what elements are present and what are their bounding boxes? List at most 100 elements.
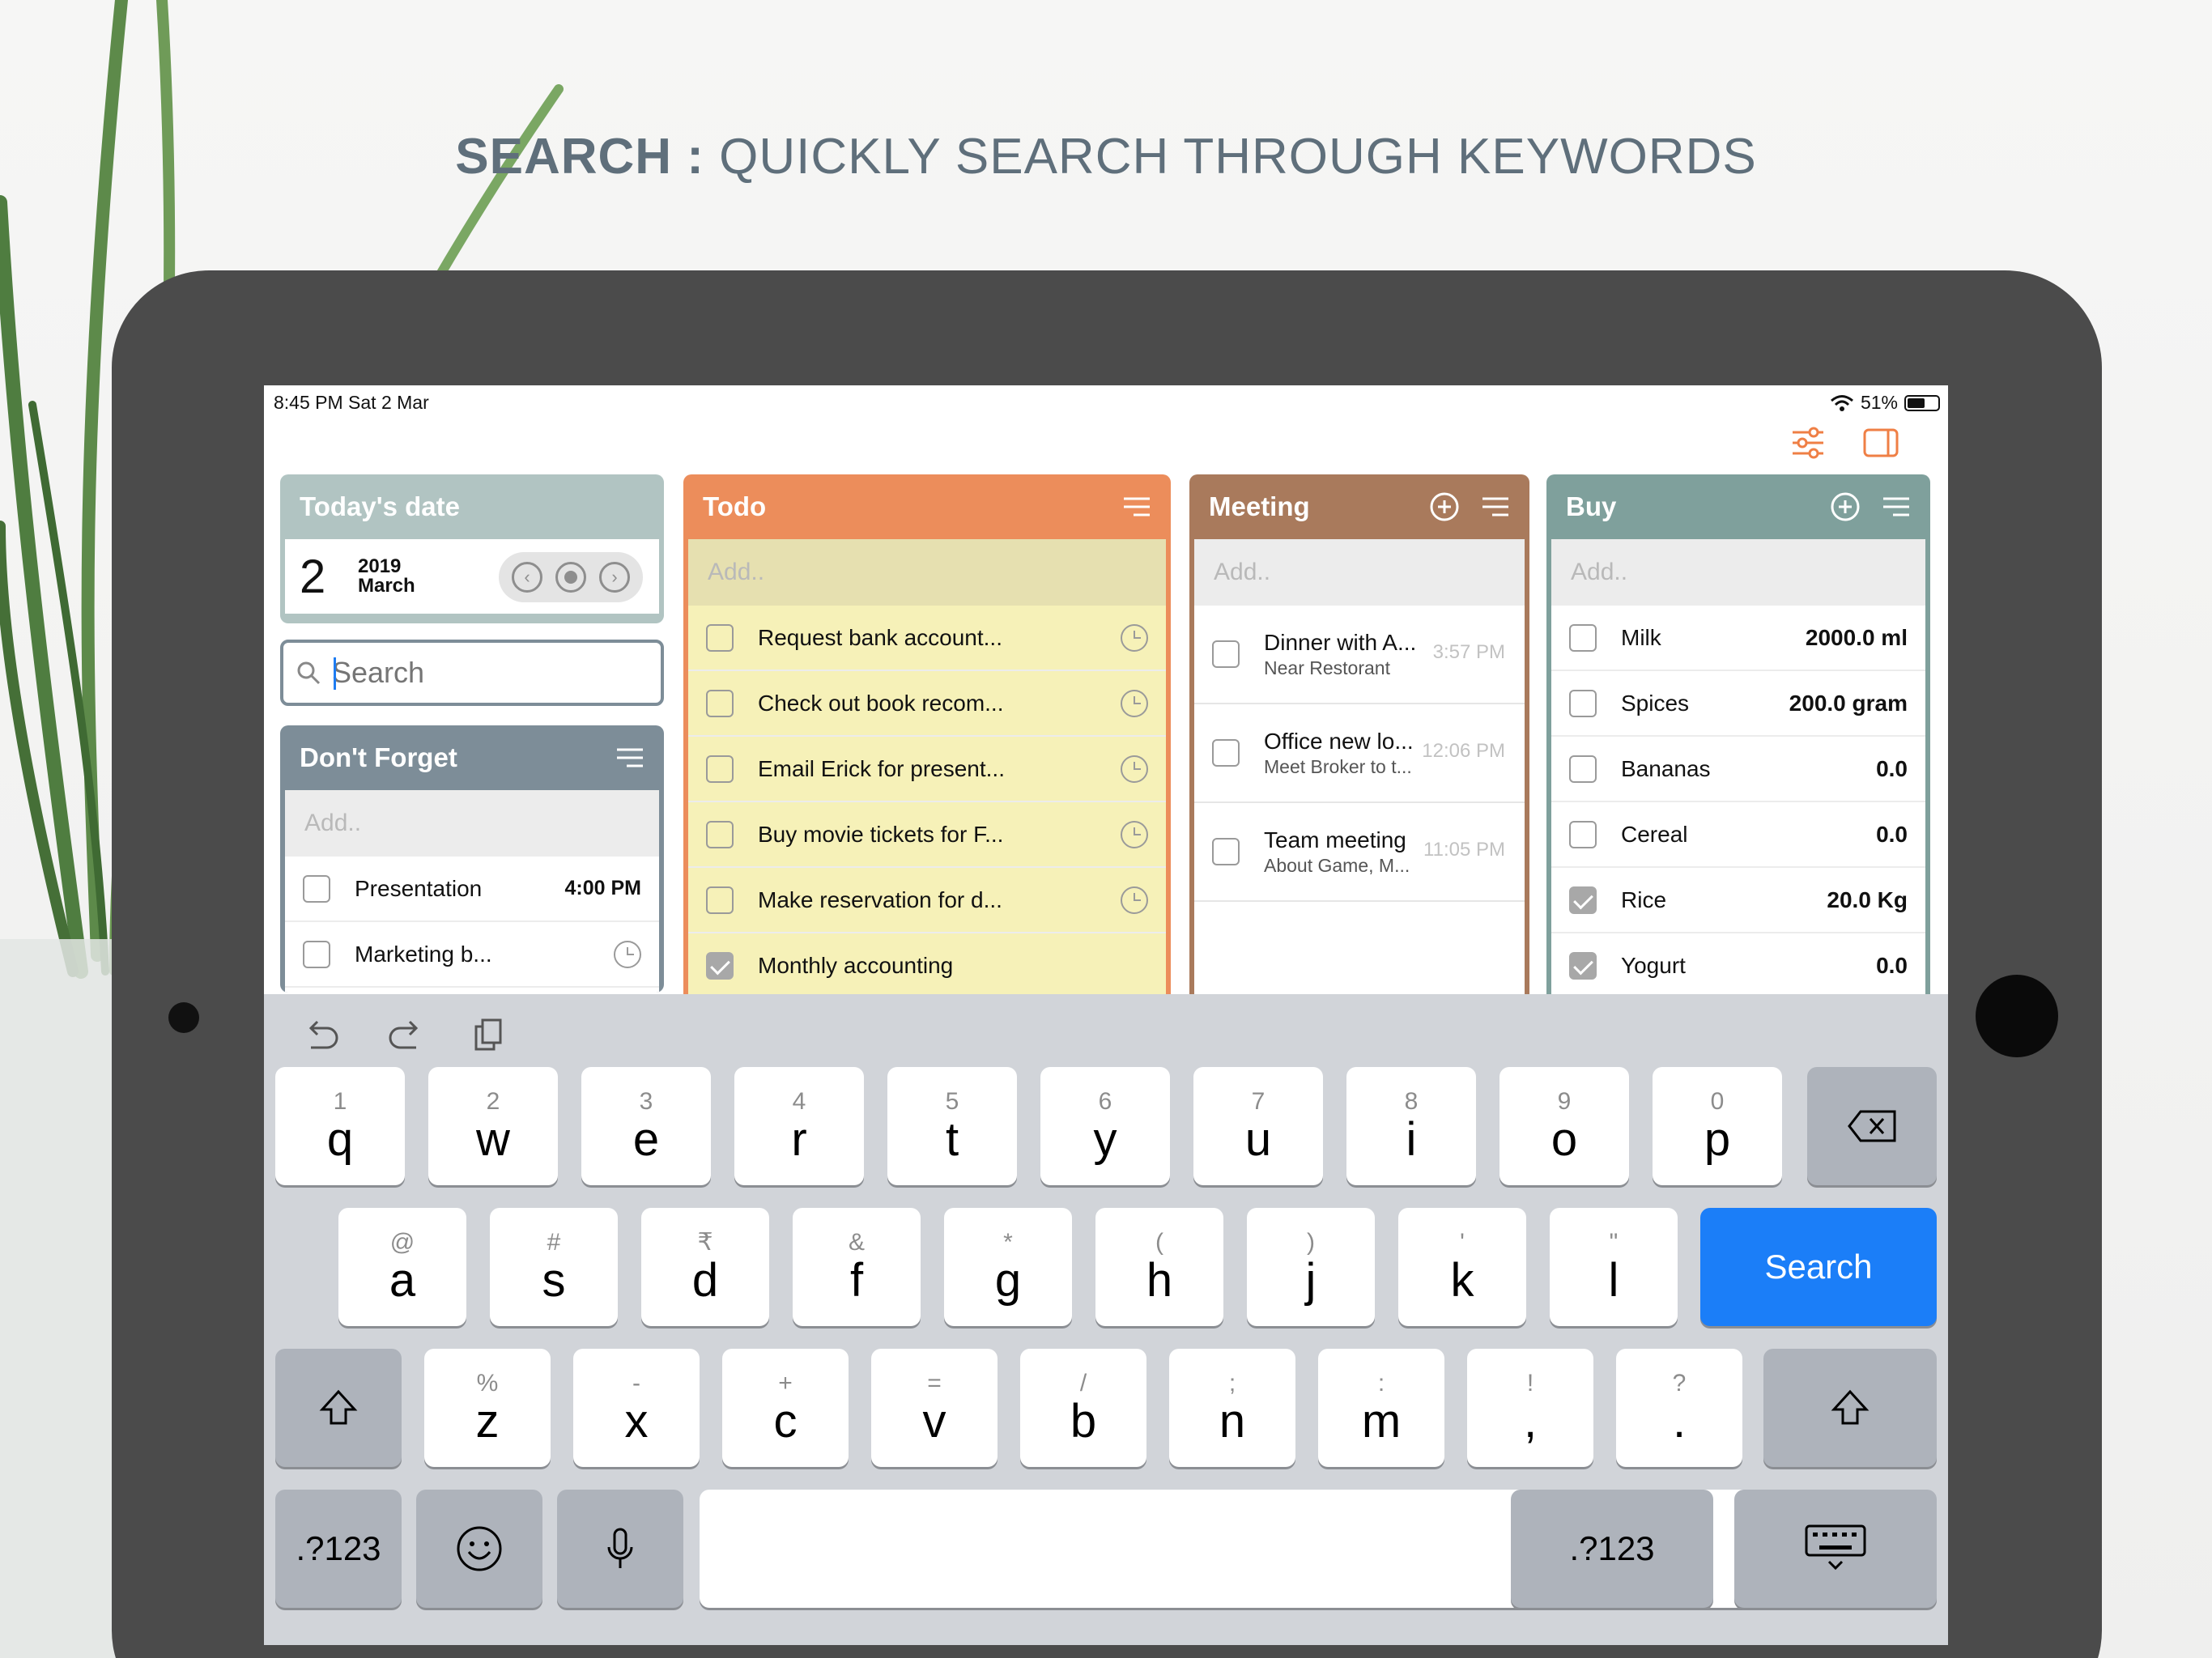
key-punct8[interactable]: ?. <box>1616 1349 1742 1467</box>
list-item[interactable]: Monthly accounting <box>688 933 1166 999</box>
add-input[interactable]: Add.. <box>1551 539 1925 606</box>
search-key[interactable]: Search <box>1700 1208 1937 1326</box>
checkbox[interactable] <box>1569 623 1597 652</box>
reminder-clock-icon[interactable] <box>1121 623 1148 652</box>
key-alt-label: @ <box>389 1229 415 1256</box>
sort-icon[interactable] <box>1481 495 1510 519</box>
key-o[interactable]: 9o <box>1499 1067 1629 1185</box>
list-item[interactable]: Rice 20.0 Kg <box>1551 868 1925 933</box>
key-m[interactable]: :m <box>1318 1349 1444 1467</box>
key-d[interactable]: ₹ d <box>641 1208 769 1326</box>
reminder-clock-icon[interactable] <box>1121 886 1148 914</box>
key-v[interactable]: = v <box>871 1349 998 1467</box>
search-input[interactable] <box>332 656 640 690</box>
key-a[interactable]: @ a <box>338 1208 466 1326</box>
list-item[interactable]: Yogurt 0.0 <box>1551 933 1925 999</box>
key-n[interactable]: ; n <box>1169 1349 1295 1467</box>
meeting-item[interactable]: Office new lo... Meet Broker to t... 12:06… <box>1194 704 1525 803</box>
add-circle-icon[interactable] <box>1830 491 1861 522</box>
list-item[interactable]: Bananas 0.0 <box>1551 737 1925 802</box>
sort-icon[interactable] <box>615 746 644 770</box>
numbers-key-left[interactable]: .?123 <box>275 1490 402 1608</box>
emoji-key[interactable] <box>416 1490 542 1608</box>
key-y[interactable]: 6y <box>1040 1067 1170 1185</box>
list-item[interactable]: Milk 2000.0 ml <box>1551 606 1925 671</box>
checkbox[interactable] <box>303 874 330 903</box>
numbers-key-right[interactable]: .?123 <box>1511 1490 1713 1608</box>
list-item[interactable]: Marketing b... <box>285 922 659 988</box>
today-dot-icon[interactable] <box>555 562 586 593</box>
list-item[interactable]: Request bank account... <box>688 606 1166 671</box>
reminder-clock-icon[interactable] <box>1121 755 1148 783</box>
sort-icon[interactable] <box>1882 495 1911 519</box>
sort-icon[interactable] <box>1122 495 1151 519</box>
key-z[interactable]: % z <box>424 1349 551 1467</box>
key-u[interactable]: 7u <box>1193 1067 1323 1185</box>
checkbox[interactable] <box>1212 838 1240 865</box>
key-f[interactable]: & f <box>793 1208 921 1326</box>
key-e[interactable]: 3e <box>581 1067 711 1185</box>
list-item[interactable]: Make reservation for d... <box>688 868 1166 933</box>
meeting-item[interactable]: Dinner with A... Near Restorant 3:57 PM <box>1194 606 1525 704</box>
checkbox[interactable] <box>706 886 734 914</box>
reminder-clock-icon[interactable] <box>1121 820 1148 848</box>
key-r[interactable]: 4r <box>734 1067 864 1185</box>
add-input[interactable]: Add.. <box>285 790 659 857</box>
key-q[interactable]: 1q <box>275 1067 405 1185</box>
next-date-icon[interactable]: › <box>599 562 630 593</box>
key-l[interactable]: " l <box>1550 1208 1678 1326</box>
checkbox[interactable] <box>1569 689 1597 717</box>
dictation-key[interactable] <box>557 1490 683 1608</box>
key-x[interactable]: -x <box>573 1349 700 1467</box>
shift-key-left[interactable] <box>275 1349 402 1467</box>
backspace-key[interactable] <box>1807 1067 1937 1185</box>
reminder-clock-icon[interactable] <box>614 940 641 968</box>
checkbox-checked[interactable] <box>1569 951 1597 980</box>
key-g[interactable]: * g <box>944 1208 1072 1326</box>
list-item[interactable]: Email Erick for present... <box>688 737 1166 802</box>
list-item[interactable]: Cereal 0.0 <box>1551 802 1925 868</box>
key-k[interactable]: ' k <box>1398 1208 1526 1326</box>
list-item[interactable]: Check out book recom... <box>688 671 1166 737</box>
home-button[interactable] <box>1976 975 2058 1057</box>
reminder-clock-icon[interactable] <box>1121 689 1148 717</box>
checkbox[interactable] <box>706 755 734 783</box>
search-field[interactable] <box>280 640 664 706</box>
checkbox[interactable] <box>706 623 734 652</box>
add-input[interactable]: Add.. <box>688 539 1166 606</box>
key-w[interactable]: 2w <box>428 1067 558 1185</box>
dismiss-keyboard-key[interactable] <box>1734 1490 1937 1608</box>
key-b[interactable]: / b <box>1020 1349 1146 1467</box>
key-j[interactable]: ) j <box>1247 1208 1375 1326</box>
key-s[interactable]: # s <box>490 1208 618 1326</box>
key-p[interactable]: 0p <box>1653 1067 1782 1185</box>
list-item[interactable]: Presentation 4:00 PM <box>285 857 659 922</box>
settings-sliders-icon[interactable] <box>1789 424 1827 461</box>
checkbox-checked[interactable] <box>1569 886 1597 914</box>
list-item[interactable]: Spices 200.0 gram <box>1551 671 1925 737</box>
checkbox[interactable] <box>1569 820 1597 848</box>
checkbox[interactable] <box>1212 640 1240 668</box>
shift-key-right[interactable] <box>1763 1349 1937 1467</box>
key-alt-label: % <box>476 1370 499 1397</box>
checkbox[interactable] <box>303 940 330 968</box>
prev-date-icon[interactable]: ‹ <box>512 562 542 593</box>
add-circle-icon[interactable] <box>1429 491 1460 522</box>
checkbox[interactable] <box>1569 755 1597 783</box>
sidebar-toggle-icon[interactable] <box>1862 424 1899 461</box>
key-punct7[interactable]: !, <box>1467 1349 1593 1467</box>
key-i[interactable]: 8i <box>1346 1067 1476 1185</box>
list-item[interactable]: Buy movie tickets for F... <box>688 802 1166 868</box>
checkbox-checked[interactable] <box>706 951 734 980</box>
redo-icon[interactable] <box>385 1017 424 1052</box>
key-t[interactable]: 5t <box>887 1067 1017 1185</box>
checkbox[interactable] <box>1212 739 1240 767</box>
checkbox[interactable] <box>706 689 734 717</box>
key-c[interactable]: + c <box>722 1349 849 1467</box>
paste-icon[interactable] <box>468 1017 507 1052</box>
checkbox[interactable] <box>706 820 734 848</box>
undo-icon[interactable] <box>303 1017 342 1052</box>
add-input[interactable]: Add.. <box>1194 539 1525 606</box>
key-h[interactable]: (h <box>1095 1208 1223 1326</box>
meeting-item[interactable]: Team meeting About Game, M... 11:05 PM <box>1194 803 1525 902</box>
